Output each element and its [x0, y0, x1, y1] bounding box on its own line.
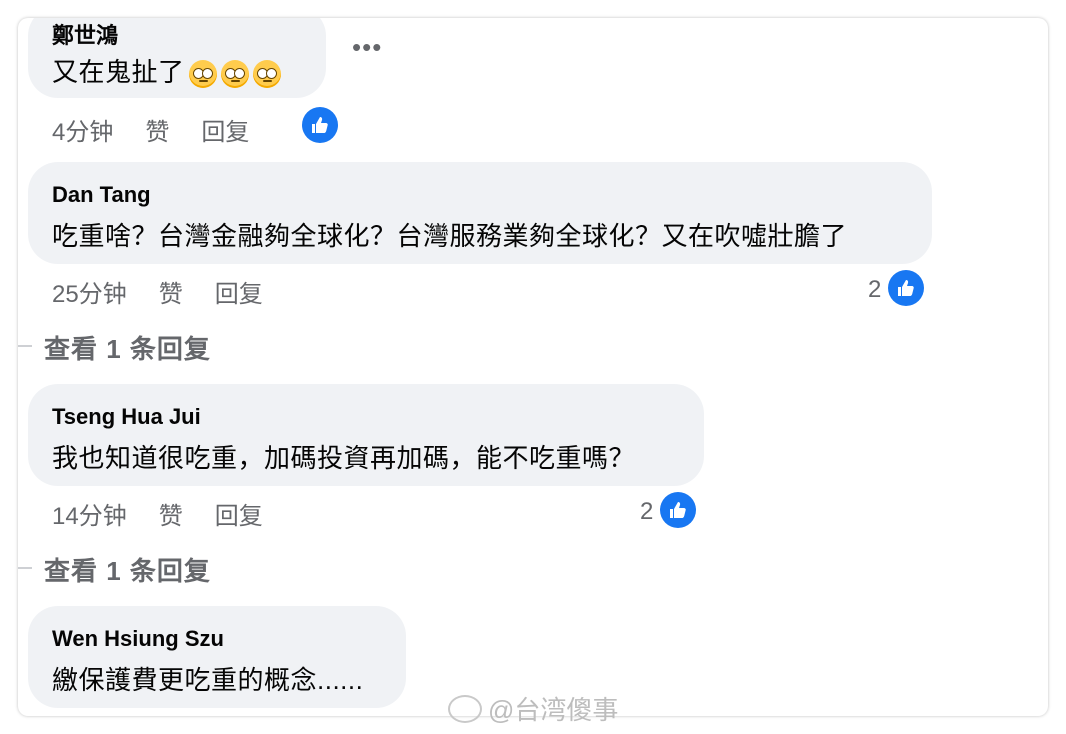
eye-roll-emoji: [220, 60, 249, 89]
watermark-text: @台湾傻事: [488, 695, 619, 725]
weibo-logo: [448, 694, 482, 723]
more-options-icon[interactable]: •••: [352, 32, 382, 63]
like-count: 2: [640, 498, 654, 525]
comment-bubble: 鄭世鴻 又在鬼扯了: [28, 18, 326, 98]
like-button[interactable]: 赞: [159, 274, 183, 309]
comment-time[interactable]: 25分钟: [52, 274, 127, 309]
comment-author[interactable]: Wen Hsiung Szu: [52, 626, 224, 652]
comment-author[interactable]: 鄭世鴻: [52, 18, 118, 50]
eye-roll-emoji: [188, 60, 217, 89]
comment-text: 又在鬼扯了: [52, 52, 281, 89]
reply-button[interactable]: 回复: [215, 496, 263, 531]
comment-text: 繳保護費更吃重的概念......: [52, 665, 364, 695]
comment-text: 我也知道很吃重，加碼投資再加碼，能不吃重嗎？: [52, 443, 636, 473]
comment-time[interactable]: 14分钟: [52, 496, 127, 531]
like-count: 2: [868, 276, 882, 303]
view-replies-link[interactable]: 查看 1 条回复: [44, 329, 211, 366]
reply-button[interactable]: 回复: [215, 274, 263, 309]
thread-connector: [18, 345, 32, 347]
comment-text-content: 又在鬼扯了: [52, 57, 185, 87]
comment-meta: 14分钟 赞 回复: [52, 496, 295, 531]
eye-roll-emoji: [252, 60, 281, 89]
like-button[interactable]: 赞: [145, 112, 169, 147]
like-button[interactable]: 赞: [159, 496, 183, 531]
comment-bubble: Tseng Hua Jui 我也知道很吃重，加碼投資再加碼，能不吃重嗎？: [28, 384, 704, 486]
comment-author[interactable]: Tseng Hua Jui: [52, 404, 201, 430]
watermark: @台湾傻事: [448, 690, 618, 727]
comment-meta: 4分钟 赞 回复: [52, 112, 281, 147]
thumbs-up-icon[interactable]: [660, 492, 696, 528]
comments-panel: 鄭世鴻 又在鬼扯了 ••• 4分钟 赞 回复 Dan Tang 吃重啥？台灣金融…: [18, 18, 1048, 716]
thread-connector: [18, 567, 32, 569]
comment-text: 吃重啥？台灣金融夠全球化？台灣服務業夠全球化？又在吹噓壯膽了: [52, 221, 848, 251]
comment-meta: 25分钟 赞 回复: [52, 274, 295, 309]
view-replies-link[interactable]: 查看 1 条回复: [44, 551, 211, 588]
reply-button[interactable]: 回复: [201, 112, 249, 147]
thumbs-up-icon[interactable]: [888, 270, 924, 306]
comment-time[interactable]: 4分钟: [52, 112, 113, 147]
comment-bubble: Wen Hsiung Szu 繳保護費更吃重的概念......: [28, 606, 406, 708]
comment-bubble: Dan Tang 吃重啥？台灣金融夠全球化？台灣服務業夠全球化？又在吹噓壯膽了: [28, 162, 932, 264]
comment-author[interactable]: Dan Tang: [52, 182, 151, 208]
thumbs-up-icon[interactable]: [302, 107, 338, 143]
